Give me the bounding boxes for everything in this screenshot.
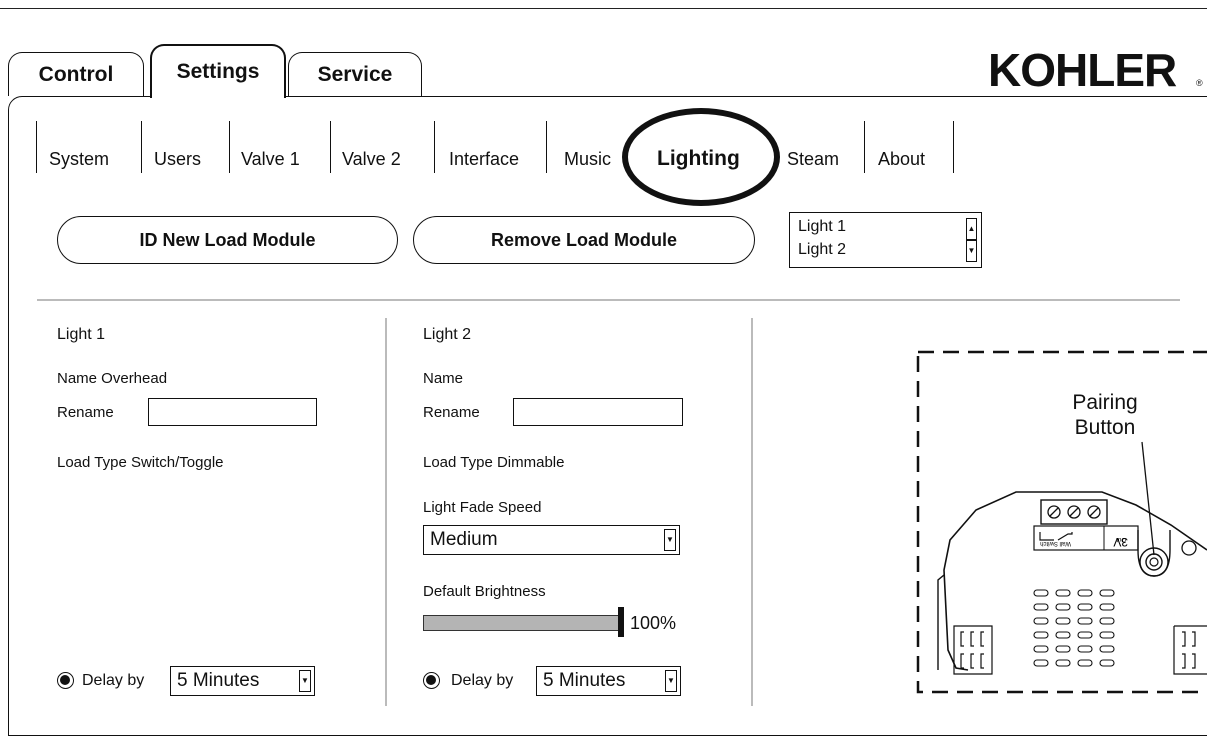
terminal-label-wall-switch: Wall Switch	[1040, 540, 1071, 546]
subtab-separator	[330, 121, 331, 173]
light2-fade-label: Light Fade Speed	[423, 499, 542, 516]
kohler-logo: KOHLER	[988, 44, 1177, 96]
tab-service-label: Service	[317, 62, 393, 86]
subtab-separator	[434, 121, 435, 173]
subtab-about[interactable]: About	[878, 149, 925, 170]
terminal-label-3v: 3V	[1113, 535, 1128, 549]
subtab-separator	[141, 121, 142, 173]
subtab-separator	[36, 121, 37, 173]
callout-line-1: Pairing	[1072, 391, 1138, 414]
light2-rename-input[interactable]	[513, 398, 683, 426]
subtab-music[interactable]: Music	[564, 149, 611, 170]
light1-delay-label: Delay by	[82, 672, 145, 689]
registered-mark: ®	[1196, 78, 1203, 88]
light2-delay-radio[interactable]	[423, 672, 440, 689]
chevron-down-icon: ▼	[299, 670, 311, 692]
subtab-separator	[953, 121, 954, 173]
connector-slots-left	[953, 625, 993, 675]
tab-settings[interactable]: Settings	[150, 44, 286, 98]
light2-fade-select[interactable]: Medium ▼	[423, 525, 680, 555]
light2-title: Light 2	[423, 326, 472, 343]
lighting-highlight-circle	[622, 108, 780, 206]
led-indicator-icon	[1181, 540, 1197, 556]
subtab-separator	[546, 121, 547, 173]
light1-delay-select[interactable]: 5 Minutes ▼	[170, 666, 315, 696]
light1-title: Light 1	[57, 326, 106, 343]
scroll-up-icon[interactable]: ▲	[966, 218, 977, 240]
section-divider	[37, 299, 1180, 301]
brightness-slider-handle[interactable]	[618, 607, 624, 637]
top-divider	[0, 8, 1207, 9]
light2-fade-value: Medium	[430, 529, 498, 550]
light1-delay-value: 5 Minutes	[177, 670, 260, 691]
light1-name-label: Name Overhead	[57, 370, 168, 387]
callout-line-2: Button	[1074, 416, 1136, 439]
id-new-load-module-label: ID New Load Module	[139, 229, 316, 250]
tab-settings-label: Settings	[176, 60, 260, 83]
list-item[interactable]: Light 1	[798, 218, 846, 236]
subtab-separator	[229, 121, 230, 173]
column-divider	[385, 318, 387, 706]
column-divider	[751, 318, 753, 706]
subtab-valve-2[interactable]: Valve 2	[342, 149, 401, 170]
brightness-slider[interactable]	[423, 615, 621, 631]
subtab-users[interactable]: Users	[154, 149, 201, 170]
light2-brightness-label: Default Brightness	[423, 583, 546, 600]
remove-load-module-label: Remove Load Module	[490, 229, 678, 250]
subtab-system[interactable]: System	[49, 149, 109, 170]
scroll-down-icon[interactable]: ▼	[966, 240, 977, 262]
light1-rename-input[interactable]	[148, 398, 317, 426]
subtab-valve-1[interactable]: Valve 1	[241, 149, 300, 170]
id-new-load-module-button[interactable]: ID New Load Module	[57, 216, 398, 264]
light2-delay-label: Delay by	[451, 672, 514, 689]
tab-control-label: Control	[38, 62, 114, 86]
subtab-steam[interactable]: Steam	[787, 149, 839, 170]
light1-delay-radio[interactable]	[57, 672, 74, 689]
remove-load-module-button[interactable]: Remove Load Module	[413, 216, 755, 264]
tab-control[interactable]: Control	[8, 52, 144, 96]
vent-slots	[1033, 589, 1115, 667]
light-listbox[interactable]: Light 1 Light 2 ▲ ▼	[789, 212, 982, 268]
callout-leader-line	[1141, 441, 1155, 556]
subtab-interface[interactable]: Interface	[449, 149, 519, 170]
light1-rename-label: Rename	[57, 404, 114, 421]
brightness-value: 100%	[630, 613, 677, 633]
chevron-down-icon: ▼	[664, 529, 676, 551]
light2-delay-select[interactable]: 5 Minutes ▼	[536, 666, 681, 696]
chevron-down-icon: ▼	[665, 670, 677, 692]
connector-slots-right	[1173, 625, 1207, 675]
light1-load-type: Load Type Switch/Toggle	[57, 454, 224, 471]
pairing-button-callout: Pairing Button	[1050, 390, 1160, 440]
subtab-separator	[864, 121, 865, 173]
list-item[interactable]: Light 2	[798, 241, 846, 259]
brightness-fill	[424, 616, 620, 630]
tab-service[interactable]: Service	[288, 52, 422, 96]
light2-rename-label: Rename	[423, 404, 480, 421]
light2-delay-value: 5 Minutes	[543, 670, 626, 691]
light2-load-type: Load Type Dimmable	[423, 454, 565, 471]
light2-name-label: Name	[423, 370, 464, 387]
